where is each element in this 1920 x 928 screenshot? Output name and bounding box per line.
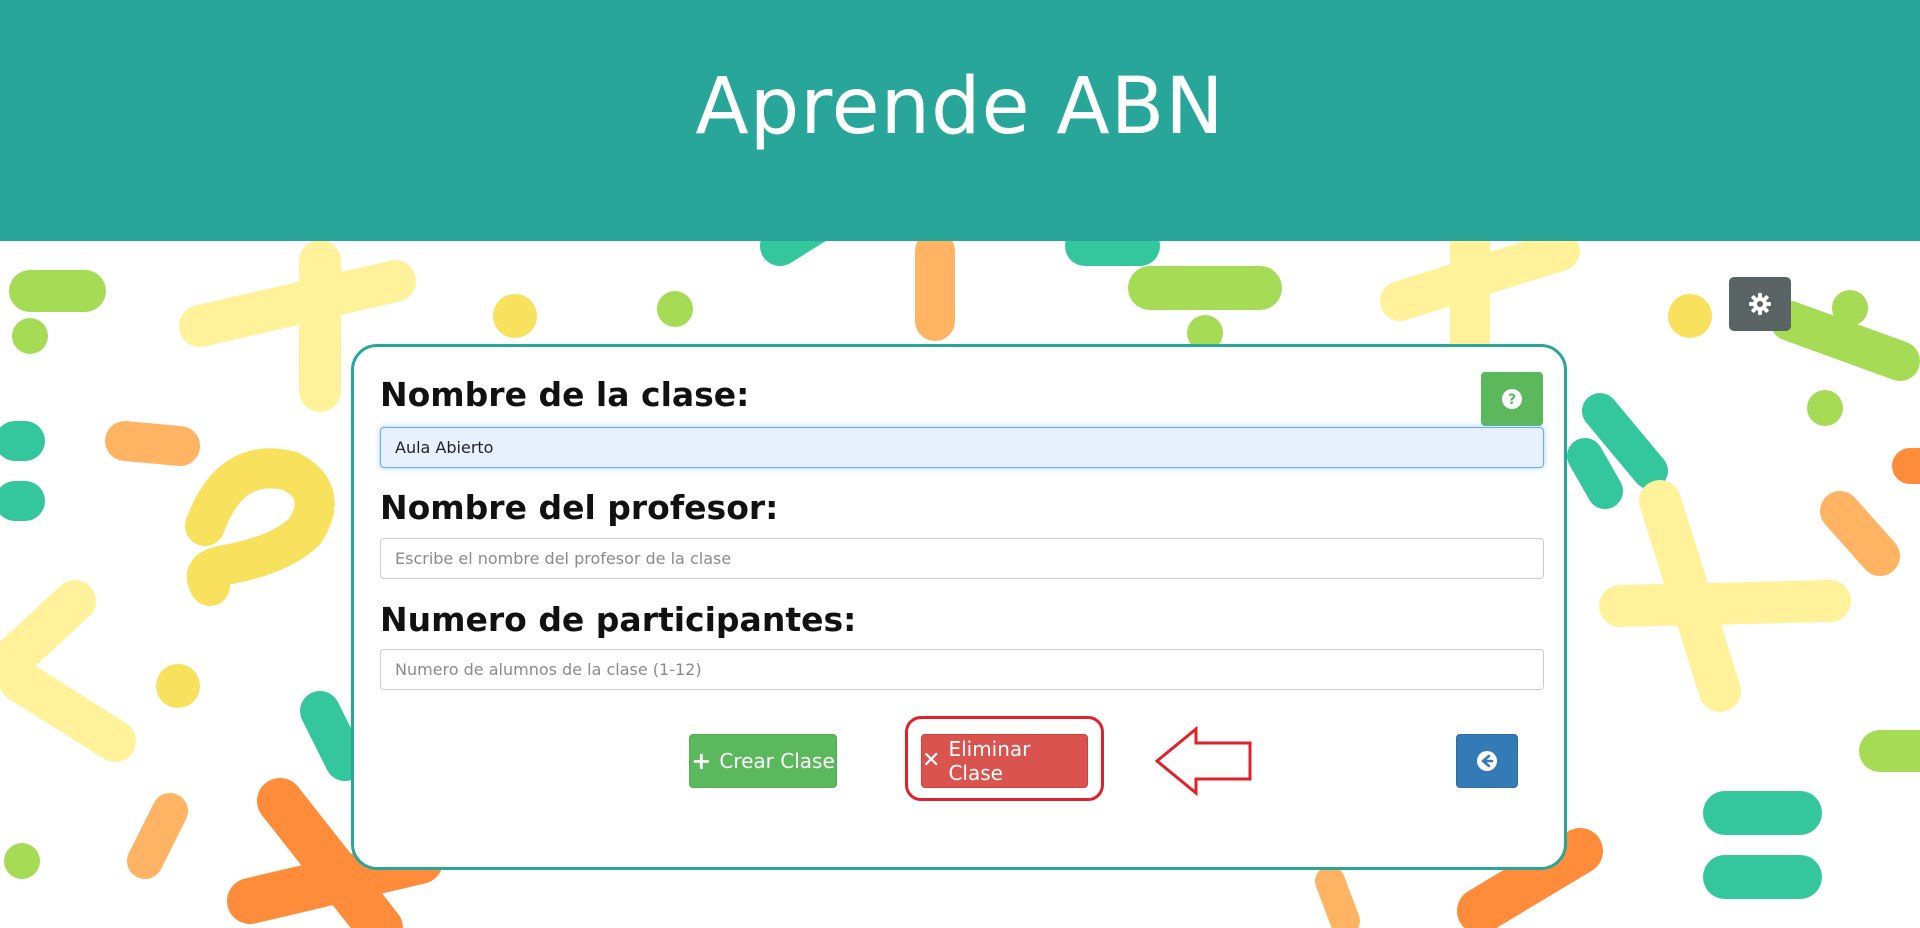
plus-icon: + bbox=[691, 747, 712, 775]
arrow-circle-left-icon bbox=[1477, 751, 1497, 771]
participants-input[interactable] bbox=[380, 649, 1544, 690]
gear-icon bbox=[1749, 293, 1771, 315]
create-class-button[interactable]: + Crear Clase bbox=[689, 734, 837, 788]
delete-class-label: Eliminar Clase bbox=[948, 737, 1031, 785]
app-header: Aprende ABN bbox=[0, 0, 1920, 241]
times-icon: ✕ bbox=[922, 748, 941, 773]
participants-label: Numero de participantes: bbox=[380, 600, 857, 639]
question-circle-icon: ? bbox=[1502, 389, 1522, 409]
class-name-input[interactable] bbox=[380, 427, 1544, 468]
delete-class-button[interactable]: ✕ Eliminar Clase bbox=[921, 734, 1088, 788]
annotation-arrow-icon bbox=[1154, 726, 1252, 796]
back-button[interactable] bbox=[1456, 734, 1518, 788]
app-title: Aprende ABN bbox=[695, 61, 1225, 152]
create-class-label: Crear Clase bbox=[719, 749, 835, 773]
teacher-name-label: Nombre del profesor: bbox=[380, 488, 779, 527]
help-button[interactable]: ? bbox=[1481, 372, 1543, 426]
class-name-label: Nombre de la clase: bbox=[380, 375, 750, 414]
teacher-name-input[interactable] bbox=[380, 538, 1544, 579]
svg-text:?: ? bbox=[1508, 392, 1516, 408]
create-class-form: Nombre de la clase: ? Nombre del profeso… bbox=[351, 344, 1567, 870]
settings-button[interactable] bbox=[1729, 277, 1791, 331]
